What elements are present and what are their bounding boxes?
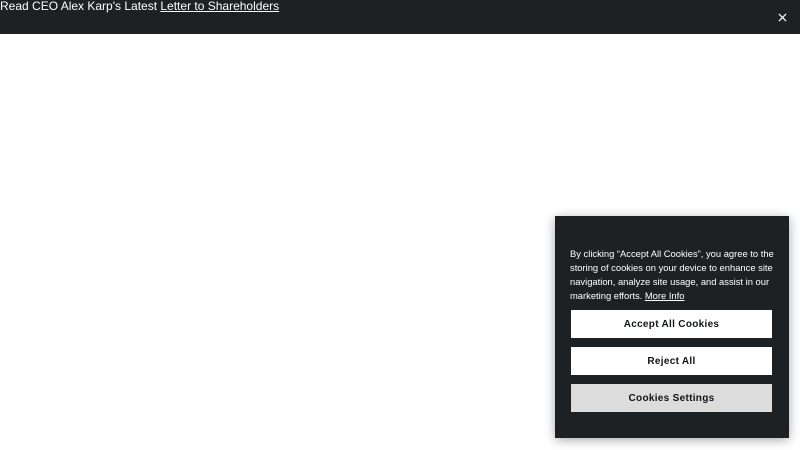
announcement-message: Read CEO Alex Karp's Latest Letter to Sh… <box>0 0 279 13</box>
cookies-settings-button[interactable]: Cookies Settings <box>570 383 773 413</box>
more-info-link[interactable]: More Info <box>645 290 685 301</box>
cookie-consent-banner: By clicking “Accept All Cookies”, you ag… <box>555 216 789 438</box>
cookie-consent-text: By clicking “Accept All Cookies”, you ag… <box>570 247 776 303</box>
letter-to-shareholders-link[interactable]: Letter to Shareholders <box>160 0 279 13</box>
close-announcement-button[interactable] <box>772 7 792 27</box>
announcement-prefix: Read CEO Alex Karp's Latest <box>0 0 161 13</box>
announcement-bar: Read CEO Alex Karp's Latest Letter to Sh… <box>0 0 800 34</box>
accept-all-cookies-button[interactable]: Accept All Cookies <box>570 309 773 339</box>
reject-all-button[interactable]: Reject All <box>570 346 773 376</box>
close-icon <box>777 12 787 22</box>
